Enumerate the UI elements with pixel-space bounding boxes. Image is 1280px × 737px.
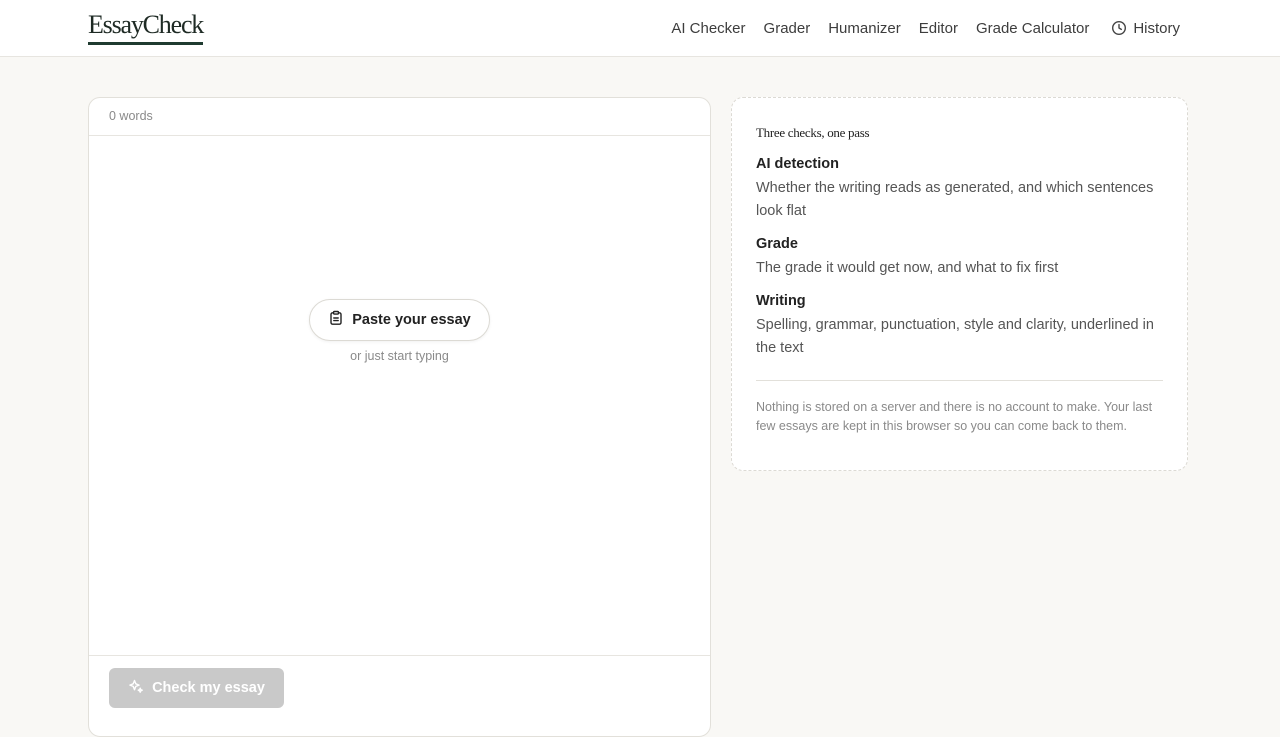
paste-hint: or just start typing bbox=[350, 349, 449, 363]
top-navbar: EssayCheck AI Checker Grader Humanizer E… bbox=[0, 0, 1280, 57]
essay-editor: 0 words Paste your essay or just start t… bbox=[88, 97, 711, 737]
nav-editor[interactable]: Editor bbox=[919, 20, 958, 37]
feature-writing: Writing Spelling, grammar, punctuation, … bbox=[756, 292, 1163, 360]
feature-grade: Grade The grade it would get now, and wh… bbox=[756, 235, 1163, 280]
sparkle-icon bbox=[128, 678, 144, 698]
feature-description: Spelling, grammar, punctuation, style an… bbox=[756, 317, 1154, 356]
info-title: Three checks, one pass bbox=[756, 125, 870, 140]
editor-footer: Check my essay bbox=[89, 655, 710, 737]
history-label: History bbox=[1133, 19, 1180, 37]
word-count: 0 words bbox=[109, 109, 153, 123]
divider bbox=[756, 380, 1163, 381]
nav-ai-checker[interactable]: AI Checker bbox=[671, 20, 745, 37]
nav-humanizer[interactable]: Humanizer bbox=[828, 20, 901, 37]
feature-title: AI detection bbox=[756, 156, 839, 172]
feature-description: Whether the writing reads as generated, … bbox=[756, 180, 1154, 219]
feature-ai-detection: AI detection Whether the writing reads a… bbox=[756, 155, 1163, 223]
logo[interactable]: EssayCheck bbox=[88, 10, 204, 45]
feature-description: The grade it would get now, and what to … bbox=[756, 260, 1059, 276]
check-essay-label: Check my essay bbox=[152, 680, 265, 696]
check-essay-button[interactable]: Check my essay bbox=[109, 668, 284, 708]
info-panel: Three checks, one pass AI detection Whet… bbox=[731, 97, 1188, 471]
nav-grade-calculator[interactable]: Grade Calculator bbox=[976, 20, 1089, 37]
editor-toolbar: 0 words bbox=[89, 98, 710, 136]
paste-essay-label: Paste your essay bbox=[352, 312, 471, 328]
feature-title: Grade bbox=[756, 236, 798, 252]
nav-grader[interactable]: Grader bbox=[764, 20, 811, 37]
essay-text-area[interactable]: Paste your essay or just start typing bbox=[89, 136, 710, 656]
clipboard-icon bbox=[328, 310, 344, 330]
main-nav: AI Checker Grader Humanizer Editor Grade… bbox=[671, 17, 1180, 39]
privacy-note: Nothing is stored on a server and there … bbox=[756, 400, 1153, 433]
clock-icon bbox=[1111, 20, 1127, 36]
history-button[interactable]: History bbox=[1111, 20, 1180, 37]
feature-title: Writing bbox=[756, 293, 806, 309]
paste-essay-button[interactable]: Paste your essay bbox=[309, 299, 490, 341]
